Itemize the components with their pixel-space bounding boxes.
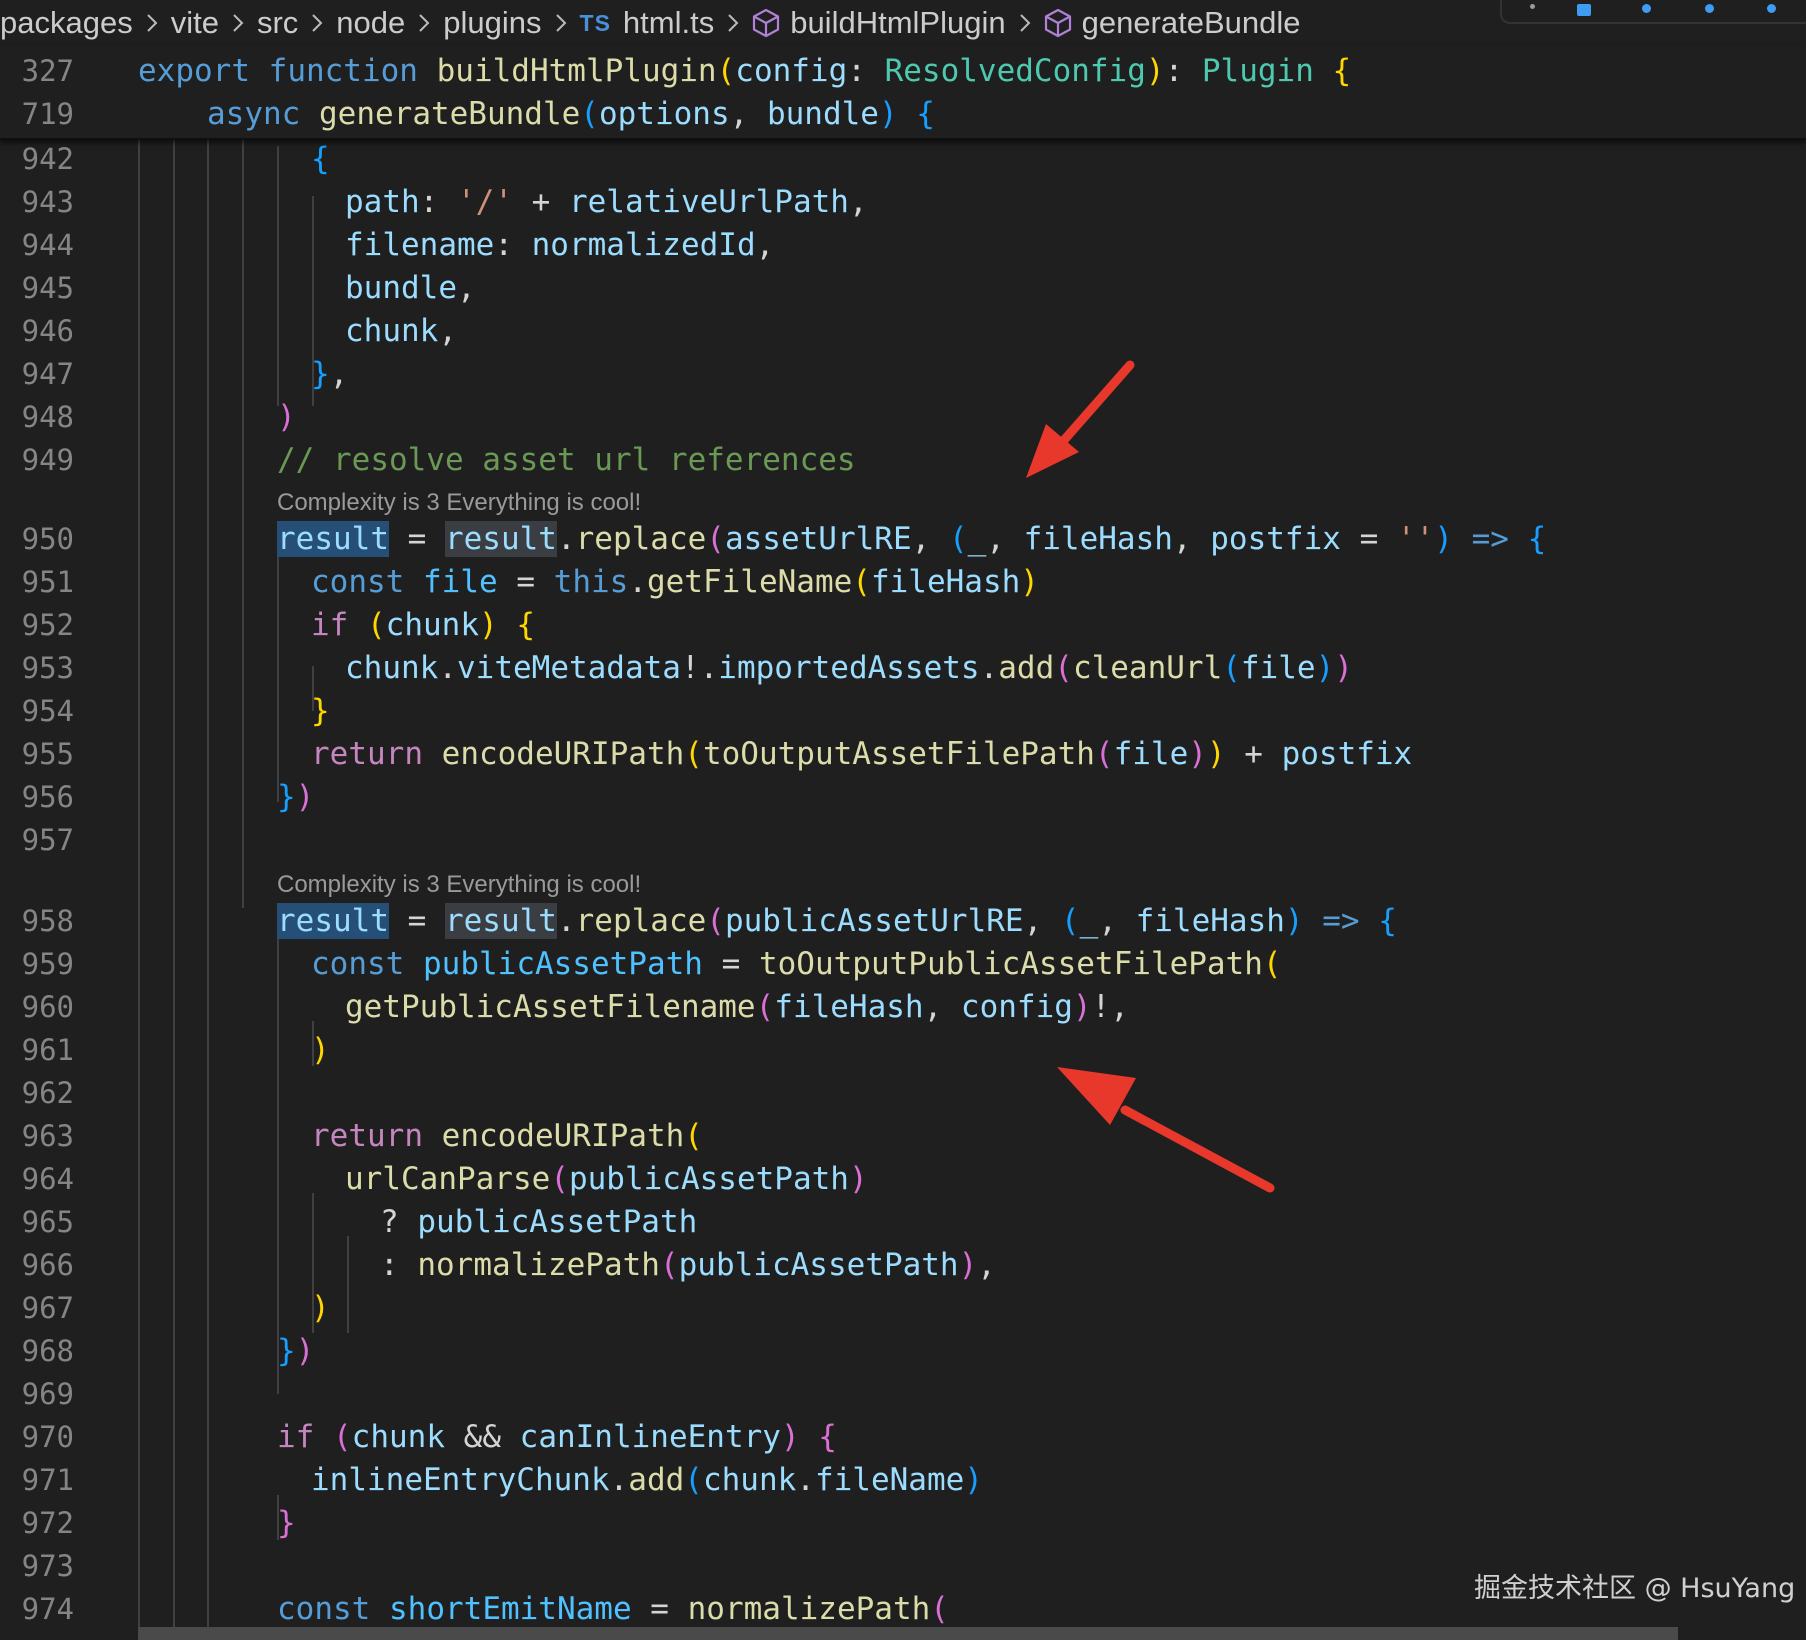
line-number: 719 [21,97,74,131]
sticky-line[interactable]: 719 async generateBundle(options, bundle… [0,93,1806,136]
red-arrow-icon [1057,1067,1275,1193]
red-arrow-icon [1026,360,1135,478]
code-text: async generateBundle(options, bundle) { [207,96,935,132]
horizontal-scrollbar[interactable] [138,1627,1678,1640]
code-text: export function buildHtmlPlugin(config: … [138,53,1352,89]
annotation-arrows [1026,360,1275,1193]
line-number: 327 [21,54,74,88]
sticky-line[interactable]: 327 export function buildHtmlPlugin(conf… [0,50,1806,93]
watermark: 掘金技术社区 @ HsuYang [1474,1573,1796,1604]
sticky-scroll[interactable]: 327 export function buildHtmlPlugin(conf… [0,46,1806,140]
